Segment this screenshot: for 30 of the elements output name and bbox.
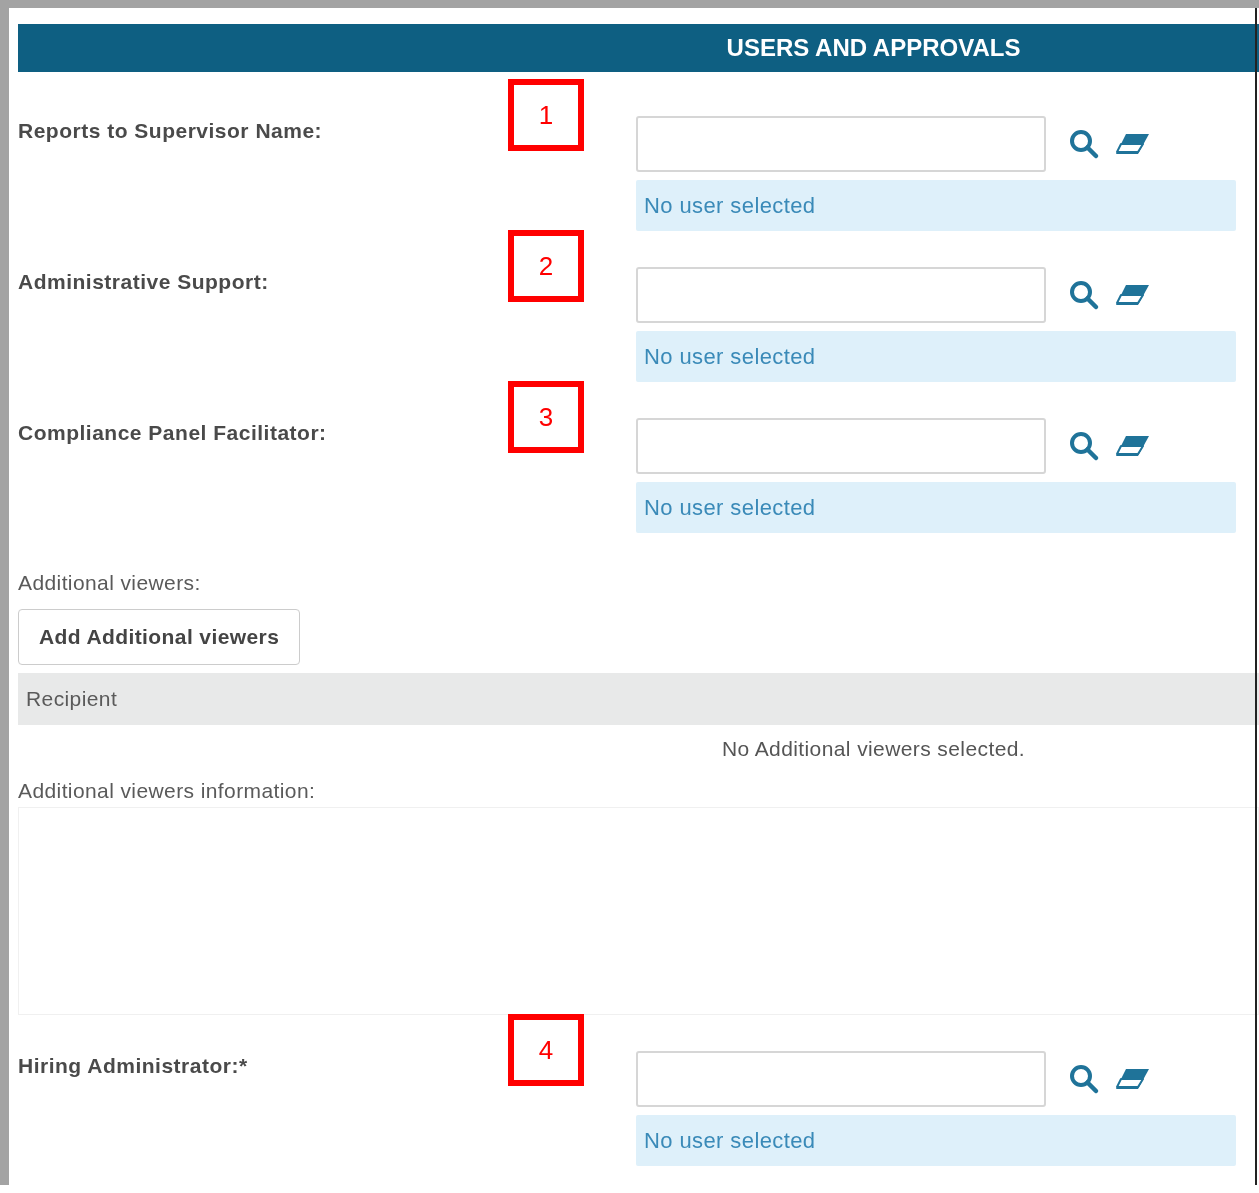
- user-input-field[interactable]: [636, 267, 1046, 323]
- search-icon[interactable]: [1068, 430, 1100, 462]
- eraser-icon[interactable]: [1114, 283, 1150, 307]
- field-label: Additional viewers information:: [18, 779, 316, 803]
- field-label: Hiring Administrator:*: [18, 1054, 248, 1078]
- search-icon[interactable]: [1068, 1063, 1100, 1095]
- selection-status: No user selected: [636, 482, 1236, 533]
- annotation-marker: 4: [508, 1014, 584, 1086]
- user-input-field[interactable]: [636, 1051, 1046, 1107]
- search-icon[interactable]: [1068, 279, 1100, 311]
- field-label: Compliance Panel Facilitator:: [18, 421, 327, 445]
- user-input-field[interactable]: [636, 116, 1046, 172]
- field-label: Administrative Support:: [18, 270, 269, 294]
- column-header: Recipient: [25, 687, 118, 711]
- annotation-marker: 2: [508, 230, 584, 302]
- eraser-icon[interactable]: [1114, 434, 1150, 458]
- search-icon[interactable]: [1068, 128, 1100, 160]
- annotation-marker: 3: [508, 381, 584, 453]
- selection-status: No user selected: [636, 331, 1236, 382]
- field-label: Reports to Supervisor Name:: [18, 119, 323, 143]
- eraser-icon[interactable]: [1114, 132, 1150, 156]
- field-label: Additional viewers:: [18, 571, 201, 595]
- annotation-marker: 1: [508, 79, 584, 151]
- selection-status: No user selected: [636, 1115, 1236, 1166]
- empty-message: No Additional viewers selected.: [721, 737, 1026, 761]
- section-title: USERS AND APPROVALS: [726, 34, 1021, 62]
- eraser-icon[interactable]: [1114, 1067, 1150, 1091]
- selection-status: No user selected: [636, 180, 1236, 231]
- add-viewers-button[interactable]: Add Additional viewers: [18, 609, 301, 665]
- user-input-field[interactable]: [636, 418, 1046, 474]
